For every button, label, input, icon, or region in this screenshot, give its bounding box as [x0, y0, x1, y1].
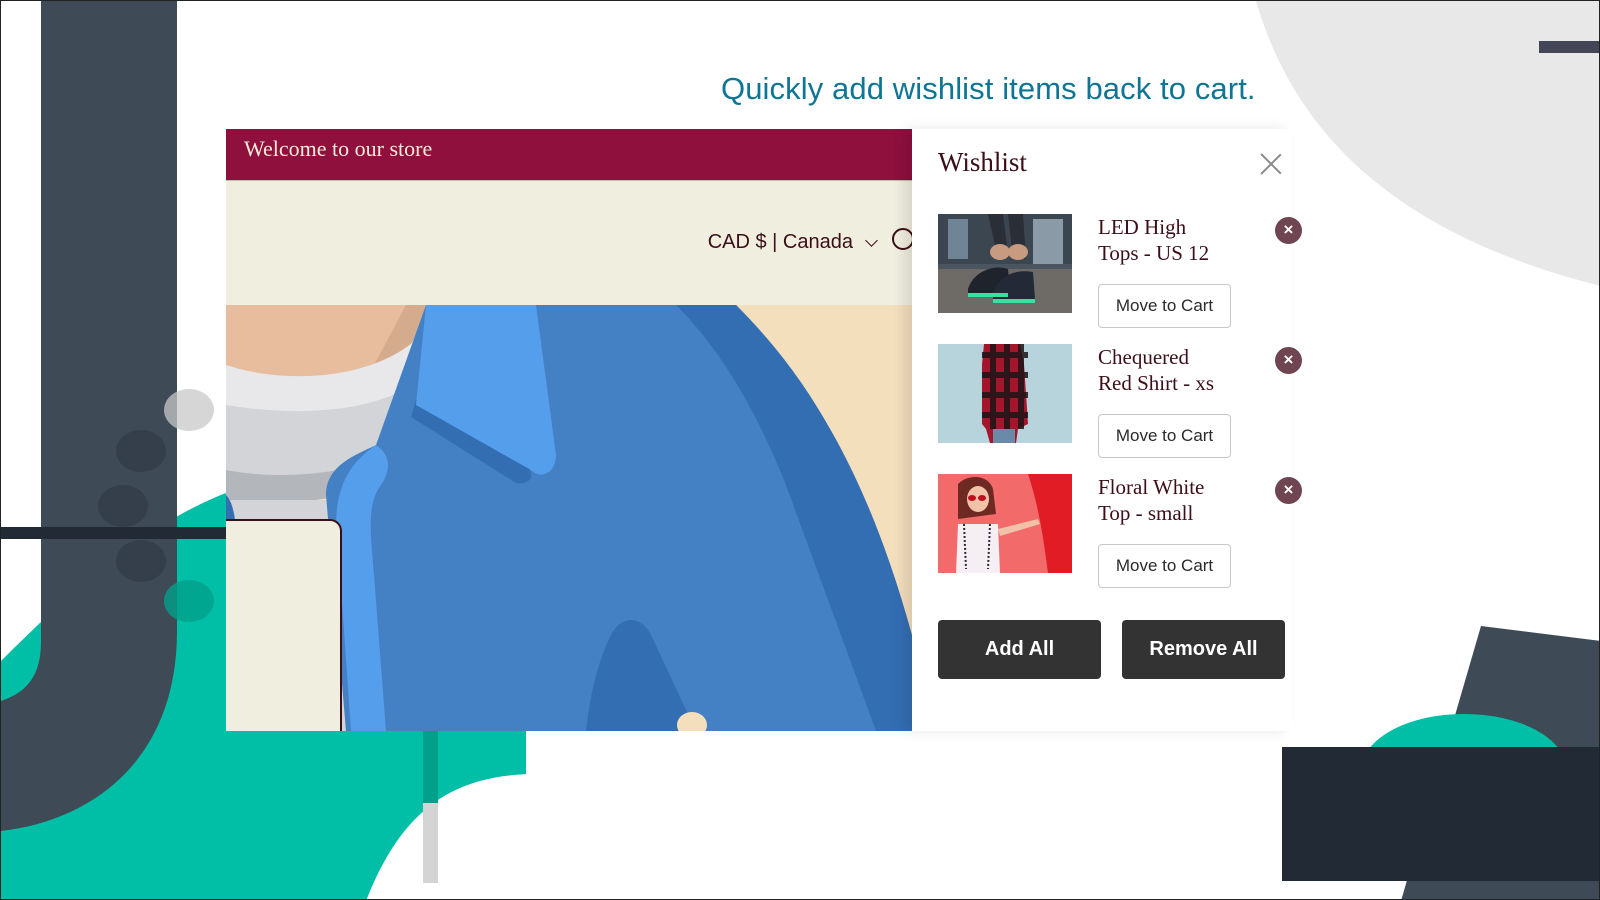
- remove-circle-icon[interactable]: ×: [1275, 347, 1302, 374]
- item-name[interactable]: Floral White Top - small: [1098, 474, 1228, 526]
- move-to-cart-button[interactable]: Move to Cart: [1098, 414, 1231, 458]
- wishlist-drawer: Wishlist LED High Tops - US 12 Move to C…: [912, 129, 1302, 731]
- chevron-down-icon: [865, 233, 878, 247]
- announcement-bar: Welcome to our store: [226, 129, 912, 180]
- close-icon[interactable]: [1260, 153, 1282, 175]
- store-header: CAD $ | Canada: [226, 180, 912, 304]
- item-name[interactable]: Chequered Red Shirt - xs: [1098, 344, 1228, 396]
- country-selector-label: CAD $ | Canada: [707, 231, 853, 253]
- hero-text-card: [226, 519, 342, 731]
- wishlist-item: Floral White Top - small Move to Cart ×: [938, 474, 1302, 594]
- headline: Quickly add wishlist items back to cart.: [721, 71, 1256, 106]
- move-to-cart-button[interactable]: Move to Cart: [1098, 544, 1231, 588]
- country-selector[interactable]: CAD $ | Canada: [707, 231, 878, 254]
- wishlist-title: Wishlist: [938, 147, 1027, 177]
- move-to-cart-button[interactable]: Move to Cart: [1098, 284, 1231, 328]
- remove-circle-icon[interactable]: ×: [1275, 217, 1302, 244]
- promo-canvas: Quickly add wishlist items back to cart.…: [0, 0, 1600, 900]
- search-icon[interactable]: [892, 228, 912, 250]
- remove-circle-icon[interactable]: ×: [1275, 477, 1302, 504]
- product-image-led-high-tops[interactable]: [938, 214, 1072, 313]
- item-name[interactable]: LED High Tops - US 12: [1098, 214, 1228, 266]
- remove-all-button[interactable]: Remove All: [1122, 620, 1285, 679]
- wishlist-item: LED High Tops - US 12 Move to Cart ×: [938, 214, 1302, 334]
- hero-illustration: [226, 305, 912, 731]
- add-all-button[interactable]: Add All: [938, 620, 1101, 679]
- product-image-floral-white-top[interactable]: [938, 474, 1072, 573]
- product-image-chequered-red-shirt[interactable]: [938, 344, 1072, 443]
- wishlist-item: Chequered Red Shirt - xs Move to Cart ×: [938, 344, 1302, 464]
- store-preview: Welcome to our store CAD $ | Canada: [226, 129, 912, 731]
